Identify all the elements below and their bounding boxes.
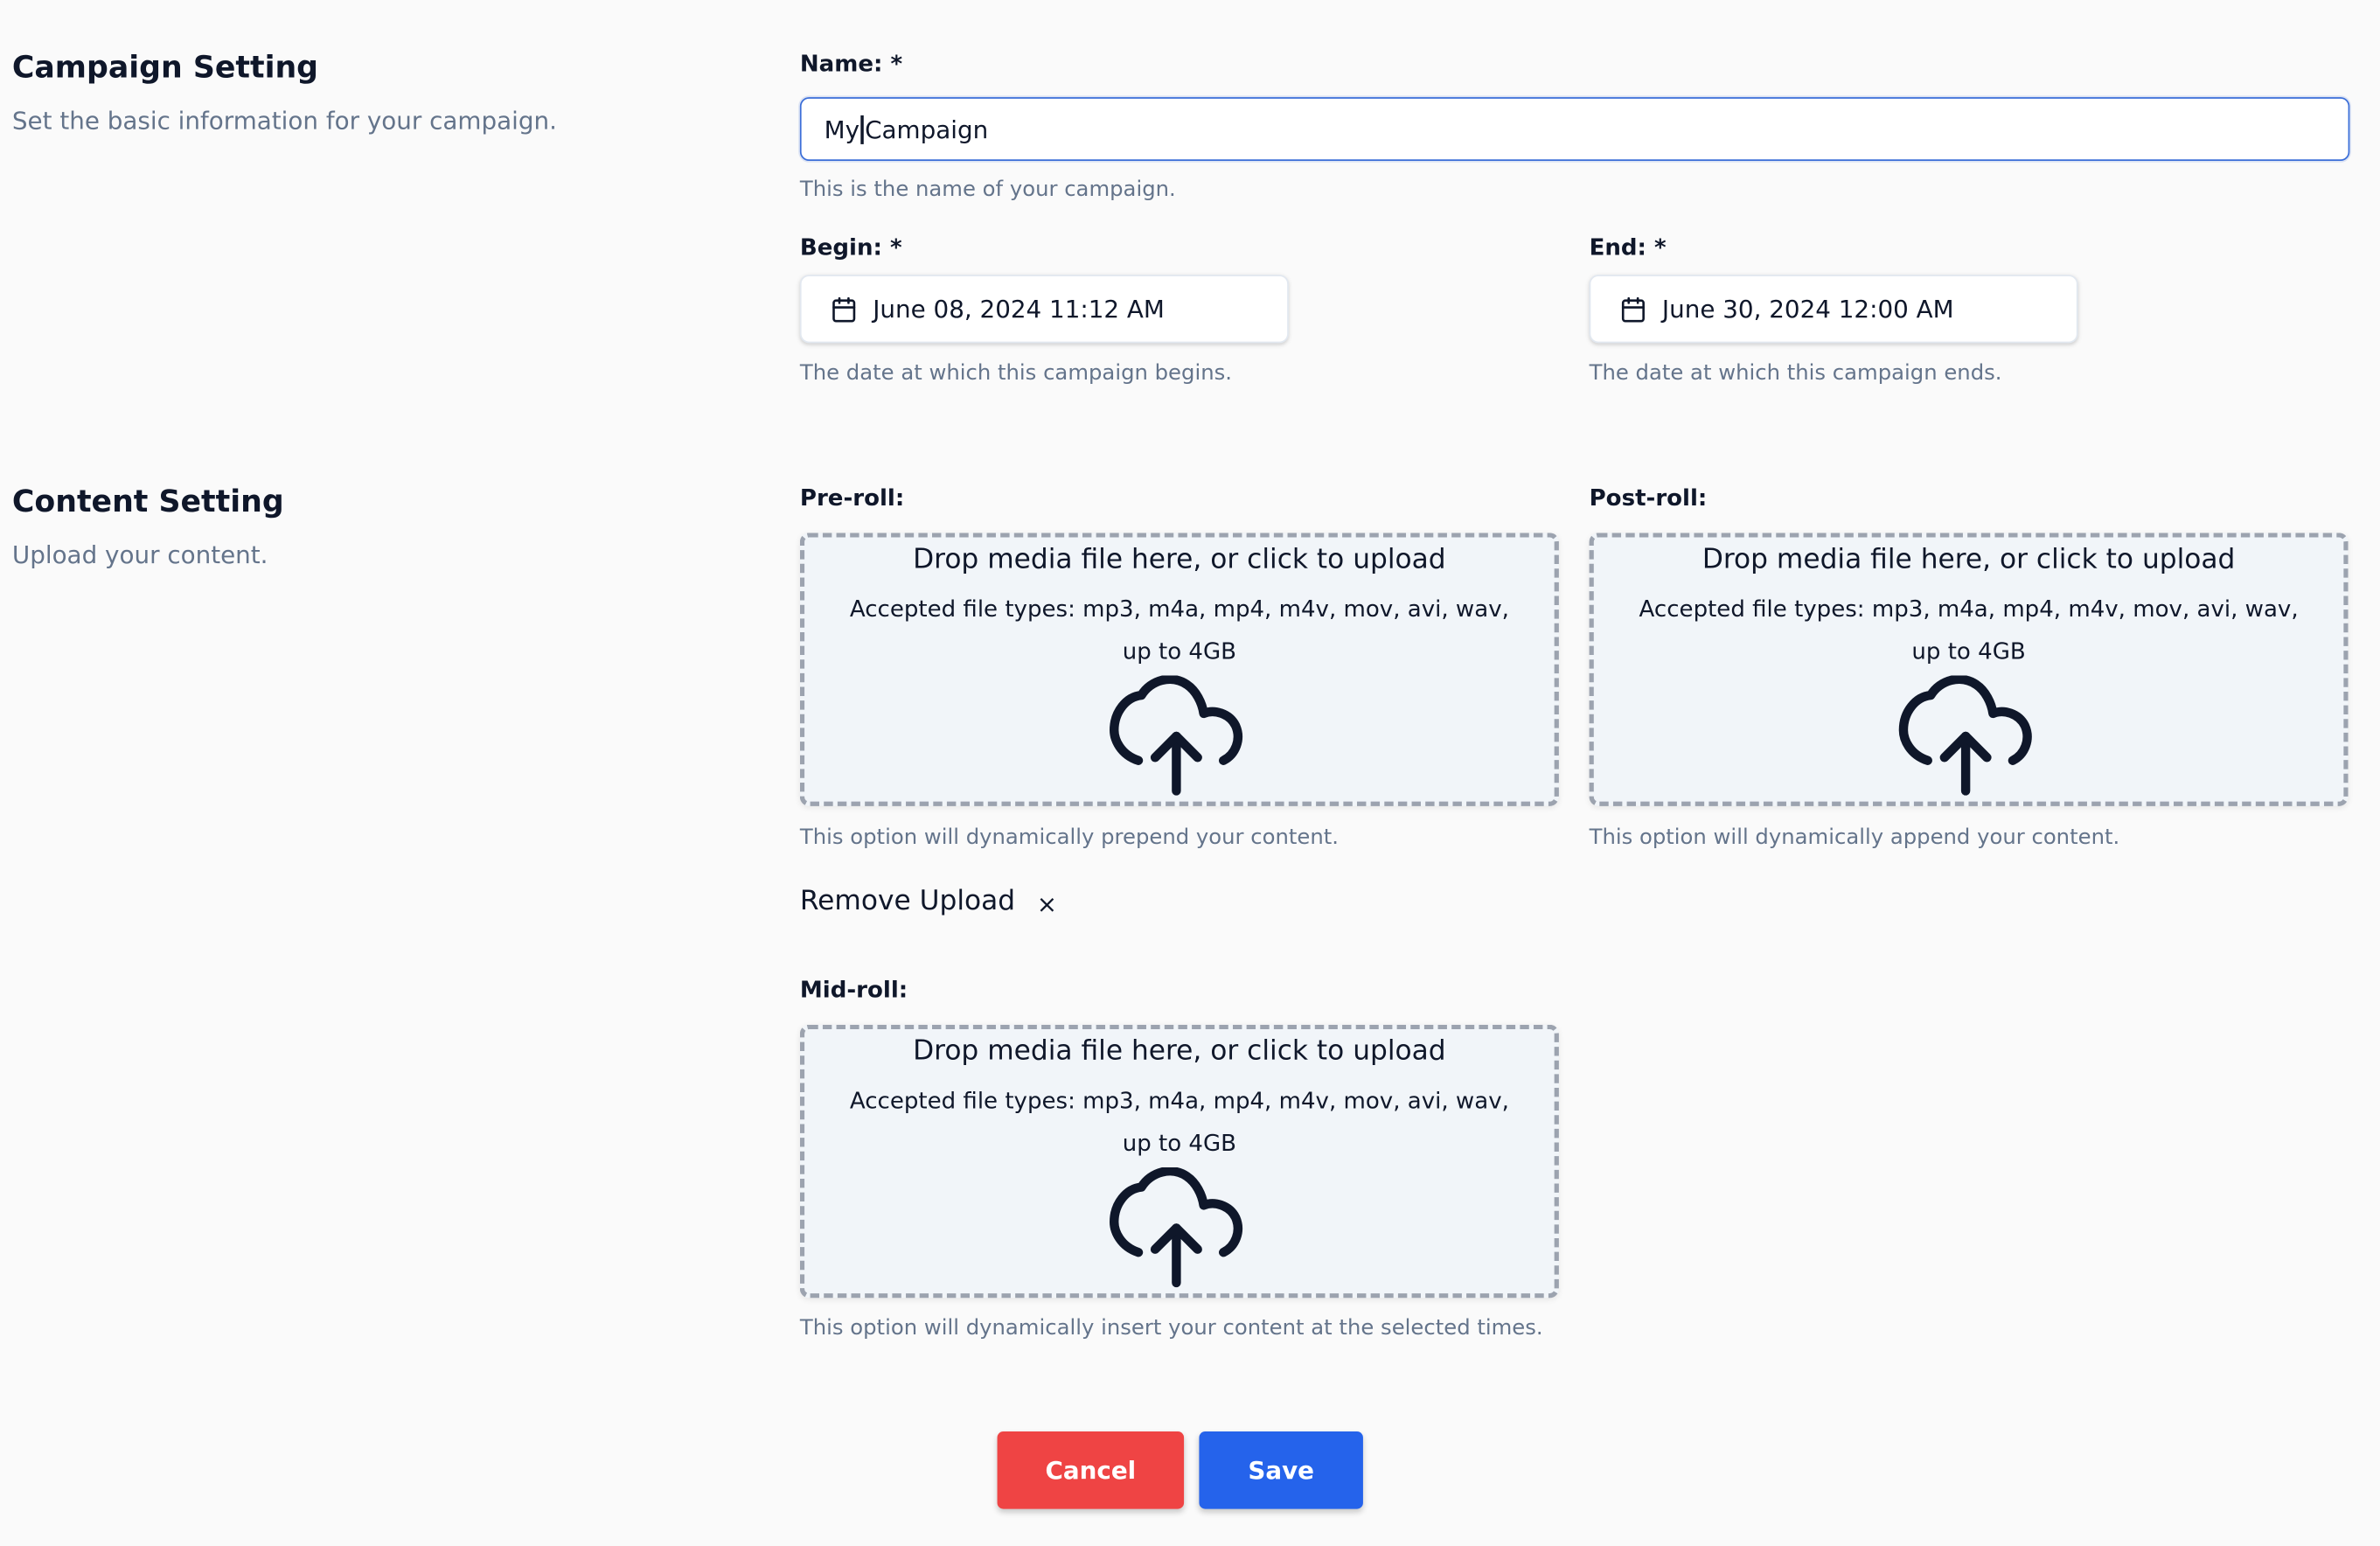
mid-roll-hint: This option will dynamically insert your… [799,1316,1543,1341]
end-date-value: June 30, 2024 12:00 AM [1661,294,1954,324]
begin-hint: The date at which this campaign begins. [799,361,1233,386]
calendar-icon [831,296,873,323]
name-hint: This is the name of your campaign. [799,178,1176,202]
cloud-upload-icon [1897,674,2034,804]
remove-upload-label: Remove Upload [799,885,1016,917]
cancel-button[interactable]: Cancel [997,1431,1185,1509]
campaign-form-page: Campaign Setting Set the basic informati… [0,0,2380,1545]
save-button[interactable]: Save [1199,1431,1363,1509]
name-input-value-end: Campaign [865,115,989,144]
content-setting-description: Upload your content. [11,540,268,569]
end-date-picker[interactable]: June 30, 2024 12:00 AM [1589,275,2078,344]
dropzone-size-limit: up to 4GB [1122,1129,1237,1157]
dropzone-title: Drop media file here, or click to upload [913,1034,1446,1068]
name-input[interactable]: My Campaign [799,97,2350,162]
mid-roll-label: Mid-roll: [799,976,908,1004]
dropzone-title: Drop media file here, or click to upload [1701,543,2236,575]
name-label: Name: * [799,50,903,78]
campaign-setting-title: Campaign Setting [11,48,319,86]
content-setting-title: Content Setting [11,483,284,519]
dropzone-size-limit: up to 4GB [1911,637,2026,665]
dropzone-accepted-types: Accepted file types: mp3, m4a, mp4, m4v,… [849,1086,1509,1115]
mid-roll-dropzone[interactable]: Drop media file here, or click to upload… [799,1024,1559,1299]
dropzone-accepted-types: Accepted file types: mp3, m4a, mp4, m4v,… [1639,595,2299,623]
post-roll-label: Post-roll: [1589,484,1708,512]
campaign-setting-description: Set the basic information for your campa… [11,106,557,136]
pre-roll-label: Pre-roll: [799,484,905,512]
dropzone-accepted-types: Accepted file types: mp3, m4a, mp4, m4v,… [849,595,1509,623]
pre-roll-dropzone[interactable]: Drop media file here, or click to upload… [799,533,1559,806]
dropzone-size-limit: up to 4GB [1122,637,1237,665]
end-label: End: * [1589,233,1667,261]
text-caret [860,115,864,144]
post-roll-dropzone[interactable]: Drop media file here, or click to upload… [1589,533,2349,806]
end-hint: The date at which this campaign ends. [1589,361,2002,386]
cloud-upload-icon [1108,674,1244,804]
post-roll-hint: This option will dynamically append your… [1589,825,2120,851]
calendar-icon [1619,296,1662,323]
dropzone-title: Drop media file here, or click to upload [913,543,1446,575]
begin-label: Begin: * [799,233,902,261]
name-input-value-start: My [824,115,860,144]
begin-date-value: June 08, 2024 11:12 AM [873,294,1165,324]
close-icon[interactable]: × [1037,889,1057,918]
cloud-upload-icon [1108,1166,1244,1295]
begin-date-picker[interactable]: June 08, 2024 11:12 AM [799,275,1289,344]
pre-roll-hint: This option will dynamically prepend you… [799,825,1340,851]
